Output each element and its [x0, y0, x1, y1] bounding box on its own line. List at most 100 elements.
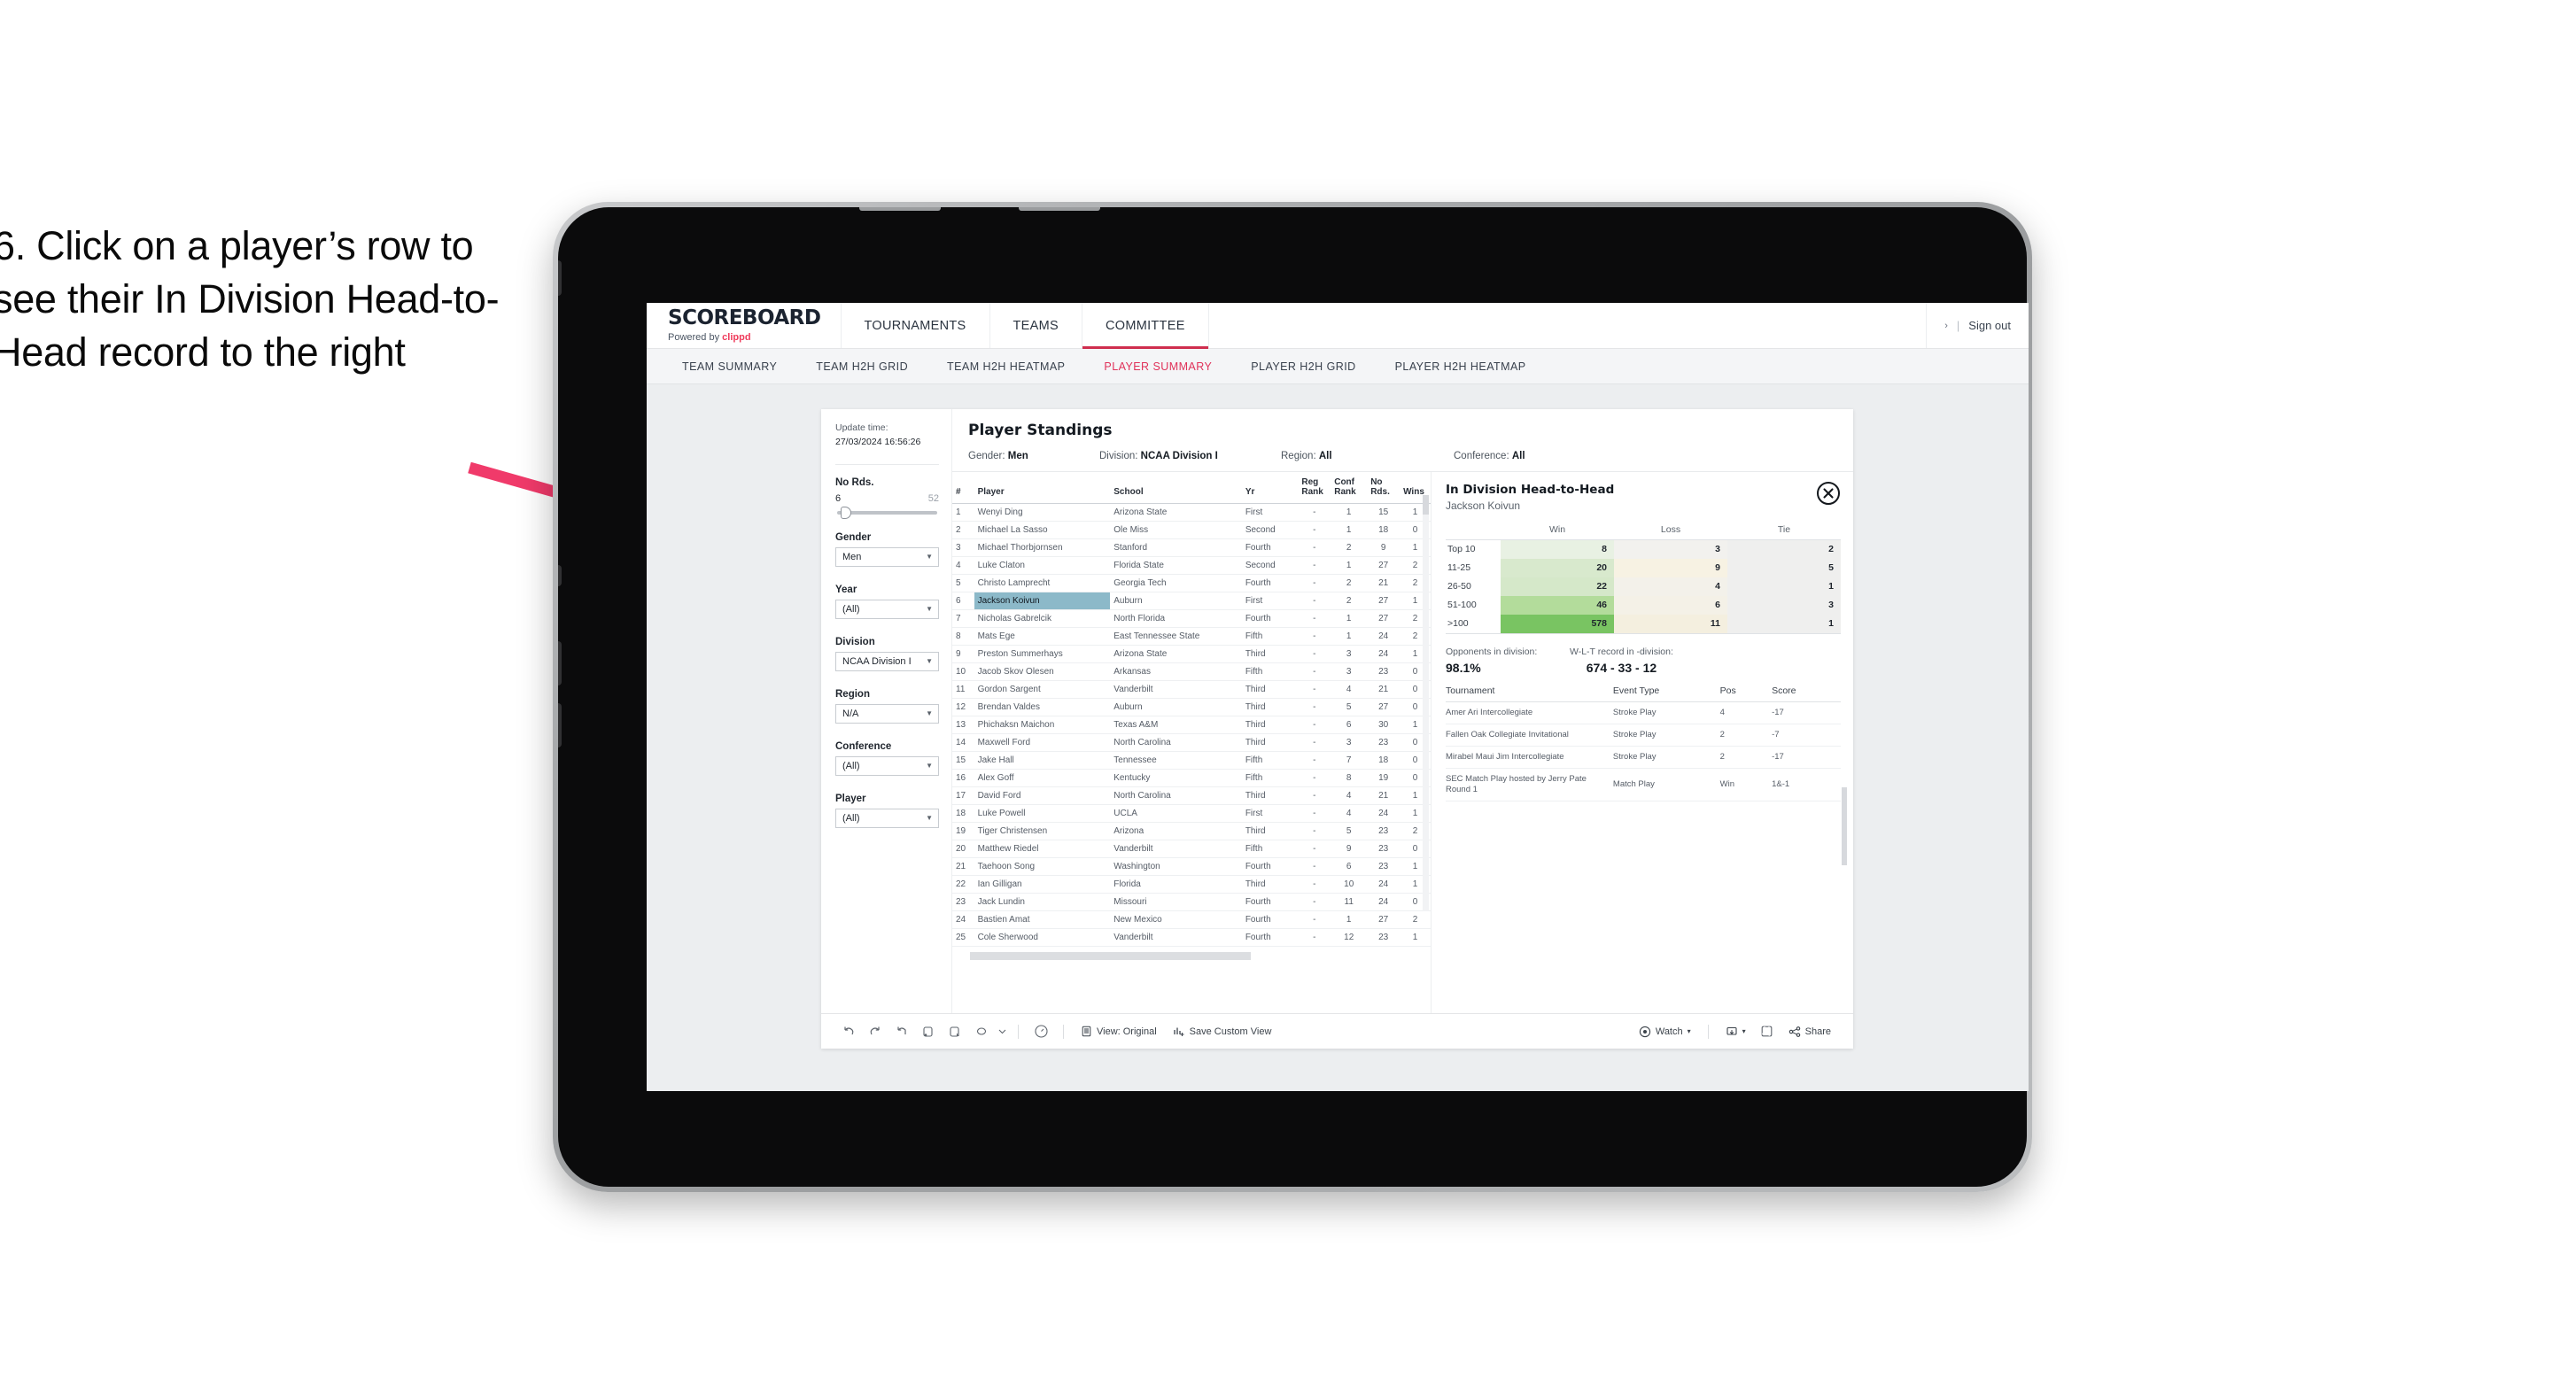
pause-icon[interactable]: [942, 1025, 968, 1039]
table-row[interactable]: 2 Michael La Sasso Ole Miss Second -1 18 0: [952, 521, 1431, 540]
nav-teams[interactable]: TEAMS: [990, 303, 1082, 348]
scroll-thumb-horizontal[interactable]: [970, 952, 1252, 961]
undo-icon[interactable]: [835, 1025, 862, 1039]
col-conf-rank[interactable]: Conf Rank: [1331, 472, 1368, 505]
fullscreen-icon[interactable]: [1754, 1025, 1781, 1038]
table-vertical-scrollbar[interactable]: [1423, 495, 1429, 911]
table-row[interactable]: 7 Nicholas Gabrelcik North Florida Fourth -1…: [952, 609, 1431, 629]
table-row[interactable]: 8 Mats Ege East Tennessee State Fifth -1 24 2: [952, 627, 1431, 647]
table-row[interactable]: 19 Tiger Christensen Arizona Third -5 23 2: [952, 822, 1431, 841]
table-row[interactable]: 15 Jake Hall Tennessee Fifth -7 18 0: [952, 751, 1431, 770]
table-row[interactable]: 24 Bastien Amat New Mexico Fourth -1 27 2: [952, 910, 1431, 930]
clock-icon[interactable]: [1028, 1024, 1054, 1039]
table-row[interactable]: 21 Taehoon Song Washington Fourth -6 23 1: [952, 857, 1431, 877]
player-label: Player: [835, 793, 866, 804]
tournament-row[interactable]: Mirabel Maui Jim Intercollegiate Stroke P…: [1446, 746, 1841, 769]
chevron-down-icon[interactable]: [995, 1027, 1009, 1035]
nav-committee[interactable]: COMMITTEE: [1082, 303, 1209, 349]
table-row[interactable]: 11 Gordon Sargent Vanderbilt Third -4 21 0: [952, 680, 1431, 700]
share-button[interactable]: Share: [1781, 1026, 1839, 1038]
tab-team-h2h-heatmap[interactable]: TEAM H2H HEATMAP: [927, 349, 1084, 384]
table-row[interactable]: 3 Michael Thorbjornsen Stanford Fourth -2 9 1: [952, 538, 1431, 558]
cell-reg-rank: -: [1298, 910, 1331, 930]
conference-select[interactable]: (All) ▼: [835, 755, 939, 776]
h2h-row: >100 578 11 1: [1446, 614, 1841, 633]
cell-conf-rank: 3: [1331, 662, 1368, 682]
tab-player-h2h-grid[interactable]: PLAYER H2H GRID: [1231, 349, 1375, 384]
region-select[interactable]: N/A ▼: [835, 703, 939, 724]
table-row[interactable]: 10 Jacob Skov Olesen Arkansas Fifth -3 23 0: [952, 662, 1431, 682]
revert-icon[interactable]: [888, 1025, 915, 1039]
col-rank[interactable]: #: [952, 472, 974, 505]
table-row[interactable]: 13 Phichaksn Maichon Texas A&M Third -6 30 1: [952, 716, 1431, 735]
table-row[interactable]: 12 Brendan Valdes Auburn Third -5 27 0: [952, 698, 1431, 717]
tab-team-h2h-grid[interactable]: TEAM H2H GRID: [796, 349, 927, 384]
cell-school: North Carolina: [1110, 733, 1242, 753]
cell-reg-rank: -: [1298, 609, 1331, 629]
year-select[interactable]: (All) ▼: [835, 599, 939, 619]
cell-player: Preston Summerhays: [974, 645, 1111, 664]
tab-player-h2h-heatmap[interactable]: PLAYER H2H HEATMAP: [1376, 349, 1546, 384]
cell-school: Florida: [1110, 875, 1242, 894]
sign-out-link[interactable]: Sign out: [1968, 319, 2011, 332]
cell-year: Third: [1241, 698, 1299, 717]
standings-table: # Player School Yr Reg Rank Conf Rank No…: [952, 472, 1431, 948]
cell-reg-rank: -: [1298, 680, 1331, 700]
tournament-table-body: Amer Ari Intercollegiate Stroke Play 4 -17 F…: [1446, 701, 1841, 802]
h2h-tie: 1: [1727, 614, 1841, 633]
cell-reg-rank: -: [1298, 928, 1331, 948]
tournament-row[interactable]: SEC Match Play hosted by Jerry Pate Roun…: [1446, 768, 1841, 802]
no-rounds-slider[interactable]: [837, 506, 937, 519]
view-original-button[interactable]: View: Original: [1073, 1026, 1165, 1037]
table-row[interactable]: 4 Luke Claton Florida State Second -1 27 2: [952, 556, 1431, 576]
cell-player: Brendan Valdes: [974, 698, 1111, 717]
highlight-icon[interactable]: [968, 1025, 995, 1039]
refresh-icon[interactable]: [915, 1025, 942, 1039]
col-year[interactable]: Yr: [1241, 472, 1299, 505]
h2h-loss: 6: [1614, 595, 1727, 615]
tournament-row[interactable]: Fallen Oak Collegiate Invitational Stroke…: [1446, 724, 1841, 747]
scroll-thumb[interactable]: [1423, 495, 1429, 515]
table-row[interactable]: 17 David Ford North Carolina Third -4 21 1: [952, 786, 1431, 806]
table-row[interactable]: 18 Luke Powell UCLA First -4 24 1: [952, 804, 1431, 824]
cell-school: Washington: [1110, 857, 1242, 877]
table-row[interactable]: 6 Jackson Koivun Auburn First -2 27 1: [952, 592, 1431, 611]
col-no-rounds[interactable]: No Rds.: [1367, 472, 1401, 505]
save-custom-view-button[interactable]: Save Custom View: [1165, 1026, 1280, 1037]
tab-team-summary[interactable]: TEAM SUMMARY: [663, 349, 796, 384]
col-player[interactable]: Player: [974, 472, 1111, 505]
chevron-down-icon: ▼: [926, 553, 933, 561]
cell-rank: 15: [952, 751, 974, 770]
tournament-row[interactable]: Amer Ari Intercollegiate Stroke Play 4 -17: [1446, 701, 1841, 724]
table-row[interactable]: 1 Wenyi Ding Arizona State First -1 15 1: [952, 503, 1431, 523]
table-row[interactable]: 23 Jack Lundin Missouri Fourth -11 24 0: [952, 893, 1431, 912]
tab-player-summary[interactable]: PLAYER SUMMARY: [1084, 349, 1231, 384]
table-row[interactable]: 16 Alex Goff Kentucky Fifth -8 19 0: [952, 769, 1431, 788]
table-horizontal-scrollbar[interactable]: [970, 952, 1424, 961]
col-reg-rank[interactable]: Reg Rank: [1298, 472, 1331, 505]
download-button[interactable]: ▾: [1718, 1026, 1754, 1038]
division-select[interactable]: NCAA Division I ▼: [835, 651, 939, 671]
gender-select[interactable]: Men ▼: [835, 546, 939, 567]
table-row[interactable]: 9 Preston Summerhays Arizona State Third -3 2…: [952, 645, 1431, 664]
cell-year: Second: [1241, 556, 1299, 576]
redo-icon[interactable]: [862, 1025, 888, 1039]
cell-reg-rank: -: [1298, 698, 1331, 717]
close-circle-icon[interactable]: [1816, 481, 1841, 506]
table-row[interactable]: 5 Christo Lamprecht Georgia Tech Fourth -2 21…: [952, 574, 1431, 593]
table-row[interactable]: 22 Ian Gilligan Florida Third -10 24 1: [952, 875, 1431, 894]
device-volume-up: [558, 641, 562, 685]
chevron-right-icon[interactable]: ›: [1944, 321, 1948, 331]
player-select[interactable]: (All) ▼: [835, 808, 939, 828]
col-school[interactable]: School: [1110, 472, 1242, 505]
slider-handle[interactable]: [841, 506, 851, 519]
table-row[interactable]: 14 Maxwell Ford North Carolina Third -3 23 0: [952, 733, 1431, 753]
table-row[interactable]: 25 Cole Sherwood Vanderbilt Fourth -12 23 1: [952, 928, 1431, 948]
table-row[interactable]: 20 Matthew Riedel Vanderbilt Fifth -9 23 0: [952, 840, 1431, 859]
chevron-down-icon: ▾: [1687, 1027, 1691, 1035]
brand-logo[interactable]: SCOREBOARD Powered by clippd: [647, 303, 842, 348]
tournament-scrollbar[interactable]: [1842, 787, 1847, 865]
watch-button[interactable]: Watch ▾: [1631, 1026, 1699, 1038]
cell-conf-rank: 4: [1331, 804, 1368, 824]
nav-tournaments[interactable]: TOURNAMENTS: [842, 303, 990, 348]
